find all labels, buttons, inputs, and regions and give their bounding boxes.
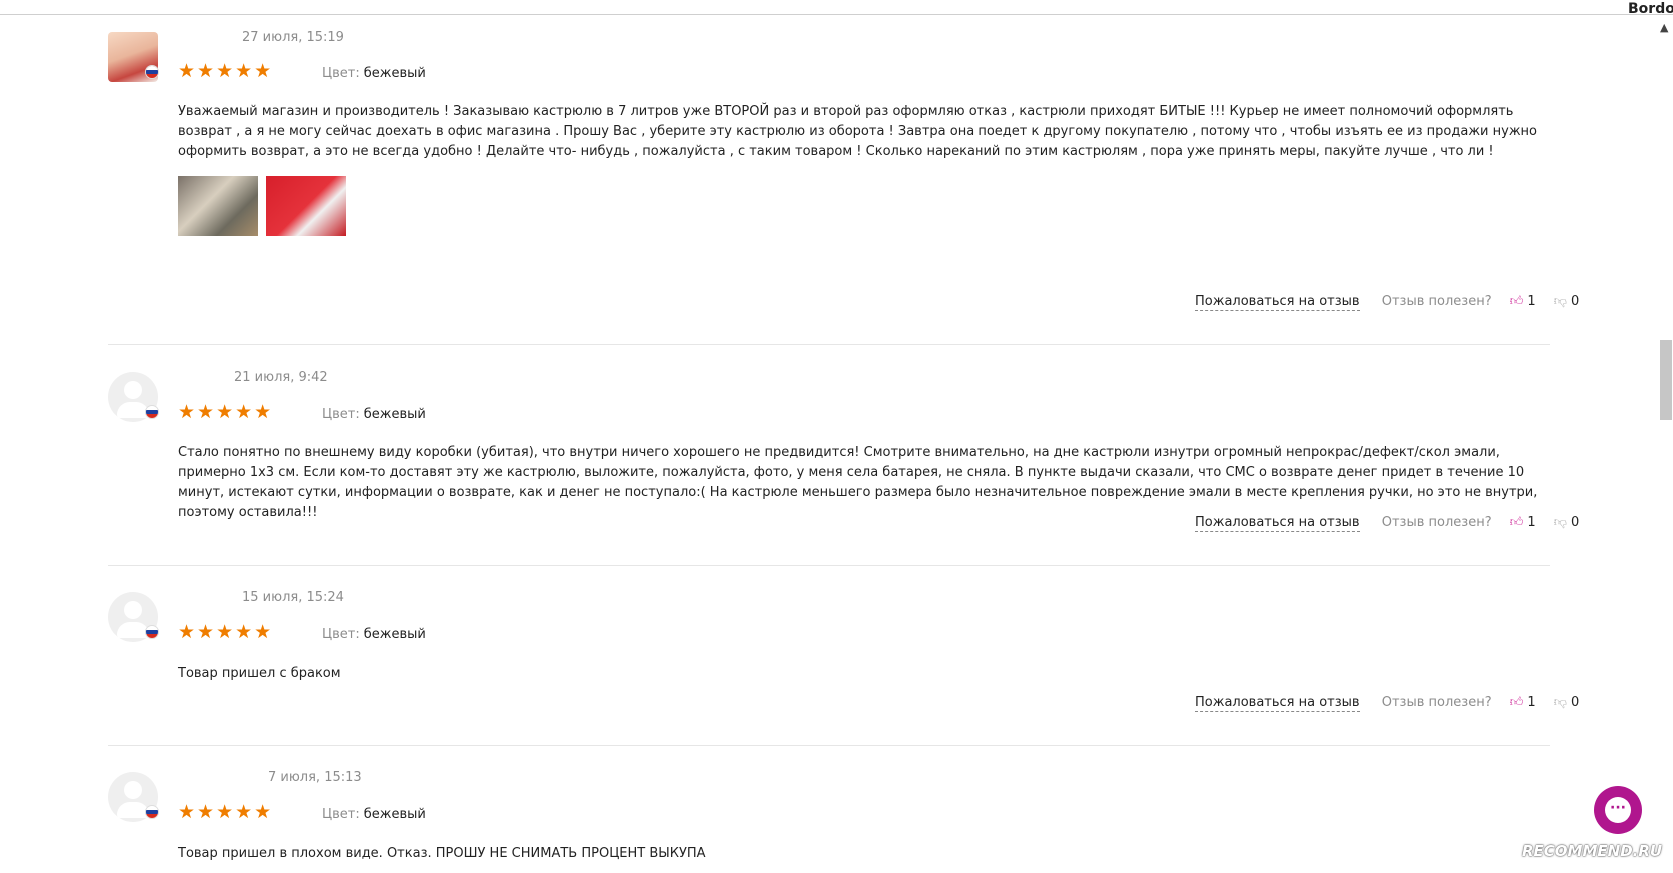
divider	[108, 745, 1550, 746]
review-date: 27 июля, 15:19	[242, 30, 344, 45]
color-value: бежевый	[363, 807, 426, 822]
avatar	[108, 592, 159, 642]
chat-button[interactable]: ···	[1594, 786, 1642, 834]
color-attribute: Цвет: бежевый	[322, 807, 426, 822]
review-date: 7 июля, 15:13	[268, 770, 362, 785]
color-label: Цвет:	[322, 66, 360, 81]
complain-link[interactable]: Пожаловаться на отзыв	[1195, 695, 1360, 712]
like-count: 1	[1527, 515, 1536, 530]
color-value: бежевый	[363, 66, 426, 81]
thumbs-down-icon[interactable]: 👎︎	[1554, 695, 1567, 710]
avatar	[108, 32, 159, 82]
review-actions: Пожаловаться на отзыв Отзыв полезен? 👍︎ 1…	[1195, 695, 1580, 712]
thumbs-down-icon[interactable]: 👎︎	[1554, 515, 1567, 530]
color-attribute: Цвет: бежевый	[322, 627, 426, 642]
thumbs-down-icon[interactable]: 👎︎	[1554, 294, 1567, 309]
useful-label: Отзыв полезен?	[1381, 294, 1492, 309]
color-label: Цвет:	[322, 807, 360, 822]
review-actions: Пожаловаться на отзыв Отзыв полезен? 👍︎ 1…	[1195, 294, 1580, 311]
star-rating: ★★★★★	[178, 801, 274, 823]
avatar	[108, 772, 159, 822]
color-value: бежевый	[363, 627, 426, 642]
dislike-count: 0	[1570, 695, 1580, 710]
like-count: 1	[1527, 695, 1536, 710]
thumbs-up-icon[interactable]: 👍︎	[1510, 515, 1524, 530]
chat-bubble-icon: ···	[1605, 797, 1631, 823]
review-text: Товар пришел в плохом виде. Отказ. ПРОШУ…	[178, 846, 706, 861]
review-date: 21 июля, 9:42	[234, 370, 328, 385]
review-actions: Пожаловаться на отзыв Отзыв полезен? 👍︎ 1…	[1195, 515, 1580, 532]
useful-label: Отзыв полезен?	[1381, 695, 1492, 710]
star-rating: ★★★★★	[178, 401, 274, 423]
dislike-count: 0	[1570, 294, 1580, 309]
divider	[108, 344, 1550, 345]
color-attribute: Цвет: бежевый	[322, 407, 426, 422]
russia-flag-icon	[145, 405, 159, 419]
color-label: Цвет:	[322, 627, 360, 642]
review-date: 15 июля, 15:24	[242, 590, 344, 605]
russia-flag-icon	[145, 805, 159, 819]
review-text: Стало понятно по внешнему виду коробки (…	[178, 445, 1538, 520]
star-rating: ★★★★★	[178, 60, 274, 82]
complain-link[interactable]: Пожаловаться на отзыв	[1195, 515, 1360, 532]
divider	[108, 565, 1550, 566]
color-value: бежевый	[363, 407, 426, 422]
useful-label: Отзыв полезен?	[1381, 515, 1492, 530]
review-photo[interactable]	[178, 176, 258, 236]
complain-link[interactable]: Пожаловаться на отзыв	[1195, 294, 1360, 311]
russia-flag-icon	[145, 65, 159, 79]
thumbs-up-icon[interactable]: 👍︎	[1510, 294, 1524, 309]
dislike-count: 0	[1570, 515, 1580, 530]
reviews-list: 27 июля, 15:19 ★★★★★ Цвет: бежевый Уважае…	[0, 0, 1673, 873]
review-photos	[178, 176, 354, 236]
avatar	[108, 372, 159, 422]
like-count: 1	[1527, 294, 1536, 309]
thumbs-up-icon[interactable]: 👍︎	[1510, 695, 1524, 710]
color-label: Цвет:	[322, 407, 360, 422]
color-attribute: Цвет: бежевый	[322, 66, 426, 81]
watermark: RECOMMEND.RU	[1522, 842, 1663, 860]
review-photo[interactable]	[266, 176, 346, 236]
review-text: Товар пришел с браком	[178, 666, 341, 681]
russia-flag-icon	[145, 625, 159, 639]
review-text: Уважаемый магазин и производитель ! Зака…	[178, 104, 1537, 159]
star-rating: ★★★★★	[178, 621, 274, 643]
